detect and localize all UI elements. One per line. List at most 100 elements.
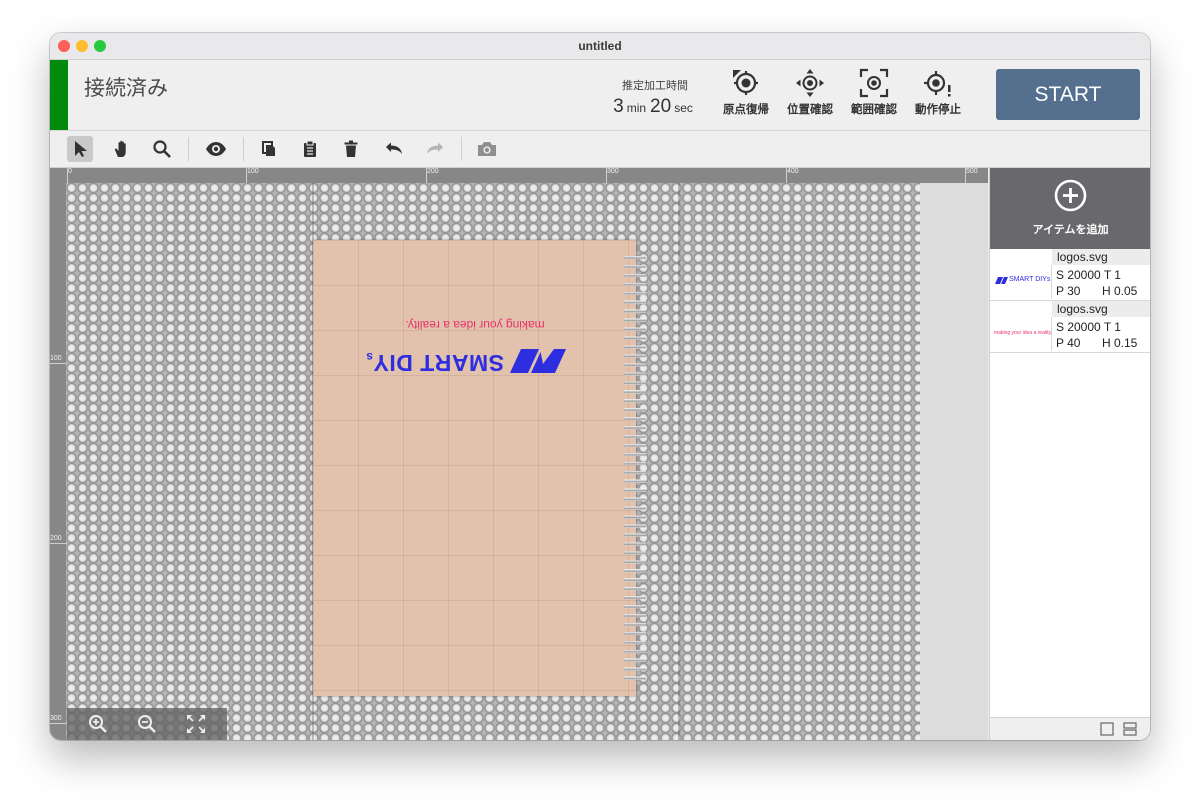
thumb-logo-mark-icon [995, 277, 1008, 284]
item-speed-times: S 20000 T 1 [1056, 320, 1121, 334]
logo-wordmark: SMART DIYs [366, 349, 504, 376]
zoom-in-icon[interactable] [87, 713, 109, 735]
camera-tool[interactable] [474, 136, 500, 162]
ruler-tick [50, 363, 66, 364]
item-power: P 40 [1056, 336, 1081, 350]
ruler-label: 100 [50, 355, 62, 362]
zoom-out-icon[interactable] [136, 713, 158, 735]
ruler-label: 100 [247, 168, 259, 175]
delete-trash-icon [344, 140, 358, 157]
redo-tool[interactable] [422, 136, 448, 162]
work-canvas[interactable]: making your idea a reality. SMART DIYs 0… [50, 168, 988, 740]
ruler-horizontal: 0 100 200 300 400 500 [50, 168, 988, 183]
item-params: S 20000 T 1 P 40 H 0.15 [1056, 319, 1137, 351]
toolbar [50, 131, 1150, 168]
range-check-icon [859, 68, 889, 98]
notebook-spiral [624, 253, 646, 683]
list-item[interactable]: logos.svg making your idea a reality. S … [990, 301, 1150, 353]
item-thumbnail: SMART DIYs [990, 265, 1052, 299]
estimate-time: 3 min 20 sec [610, 96, 700, 118]
logo-mark-icon [510, 349, 566, 373]
material-grid [313, 240, 636, 696]
estimate-minutes: 3 [613, 96, 624, 117]
item-filename: logos.svg [1052, 301, 1150, 317]
ruler-label: 500 [966, 168, 978, 175]
stop-motion-button[interactable]: 動作停止 [908, 68, 968, 117]
add-item-label: アイテムを追加 [1032, 223, 1109, 236]
ruler-vertical: 100 200 300 [50, 168, 66, 740]
select-arrow-icon [75, 141, 87, 157]
engraved-tagline[interactable]: making your idea a reality. [370, 318, 580, 332]
fit-screen-icon[interactable] [185, 713, 207, 735]
ruler-label: 400 [787, 168, 799, 175]
ruler-tick [786, 168, 787, 183]
copy-icon [262, 141, 275, 156]
connection-status: 接続済み [84, 76, 168, 100]
thumb-logo-text: SMART DIYs [1009, 276, 1051, 283]
zoom-controls [67, 708, 227, 740]
ruler-tick [67, 168, 68, 183]
stop-motion-label: 動作停止 [915, 102, 961, 116]
paste-tool[interactable] [297, 136, 323, 162]
estimate-min-unit: min [626, 101, 647, 115]
estimate-label: 推定加工時間 [622, 79, 688, 92]
stop-motion-icon [924, 71, 951, 97]
item-height: H 0.05 [1102, 284, 1138, 298]
home-origin-button[interactable]: 原点復帰 [716, 68, 776, 117]
item-speed-times: S 20000 T 1 [1056, 268, 1121, 282]
eye-preview-icon [206, 142, 226, 156]
undo-tool[interactable] [381, 136, 407, 162]
home-origin-label: 原点復帰 [723, 102, 769, 116]
item-power: P 30 [1056, 284, 1081, 298]
split-view-icon[interactable] [1123, 722, 1137, 736]
start-button[interactable]: START [996, 69, 1140, 120]
window-title: untitled [578, 39, 622, 53]
item-height: H 0.15 [1102, 336, 1138, 350]
select-tool[interactable] [67, 136, 93, 162]
panel-footer [990, 717, 1150, 740]
paste-clipboard-icon [304, 140, 316, 157]
position-check-label: 位置確認 [787, 102, 833, 116]
hand-pan-icon [114, 140, 126, 157]
ruler-tick [246, 168, 247, 183]
item-thumbnail: making your idea a reality. [990, 317, 1052, 351]
items-panel: アイテムを追加 logos.svg SMART DIYs S 20000 T 1… [989, 168, 1150, 740]
estimate-seconds: 20 [650, 96, 672, 117]
item-filename: logos.svg [1052, 249, 1150, 265]
zoom-search-icon [153, 140, 171, 158]
range-check-label: 範囲確認 [851, 102, 897, 116]
bed-seam [678, 183, 680, 740]
toolbar-divider [243, 137, 244, 161]
ruler-label: 300 [607, 168, 619, 175]
add-item-button[interactable]: アイテムを追加 [990, 168, 1150, 249]
estimate-sec-unit: sec [674, 101, 693, 115]
title-bar: untitled [50, 33, 1150, 60]
ruler-label: 300 [50, 715, 62, 722]
range-check-button[interactable]: 範囲確認 [844, 68, 904, 117]
zoom-tool[interactable] [149, 136, 175, 162]
ruler-tick [426, 168, 427, 183]
add-circle-icon [1054, 179, 1087, 212]
delete-tool[interactable] [338, 136, 364, 162]
copy-tool[interactable] [256, 136, 282, 162]
undo-icon [386, 142, 402, 154]
list-item[interactable]: logos.svg SMART DIYs S 20000 T 1 P 30 H 0… [990, 249, 1150, 301]
engraved-logo[interactable]: SMART DIYs [366, 346, 566, 376]
single-view-icon[interactable] [1100, 722, 1114, 736]
camera-icon [478, 142, 496, 156]
redo-icon [427, 142, 443, 154]
preview-tool[interactable] [203, 136, 229, 162]
logo-sub: s [365, 350, 373, 364]
home-origin-icon [733, 70, 758, 95]
thumb-tagline-text: making your idea a reality. [994, 330, 1052, 336]
ruler-label: 200 [427, 168, 439, 175]
ruler-tick [50, 543, 66, 544]
ruler-tick [606, 168, 607, 183]
ruler-tick [50, 723, 66, 724]
toolbar-divider [461, 137, 462, 161]
position-check-button[interactable]: 位置確認 [780, 68, 840, 117]
pan-tool[interactable] [109, 136, 135, 162]
logo-text: SMART DIY [373, 350, 504, 376]
position-check-icon [796, 69, 824, 97]
header-bar: 接続済み 推定加工時間 3 min 20 sec 原点復帰 位置確認 範囲確認 … [50, 60, 1150, 131]
